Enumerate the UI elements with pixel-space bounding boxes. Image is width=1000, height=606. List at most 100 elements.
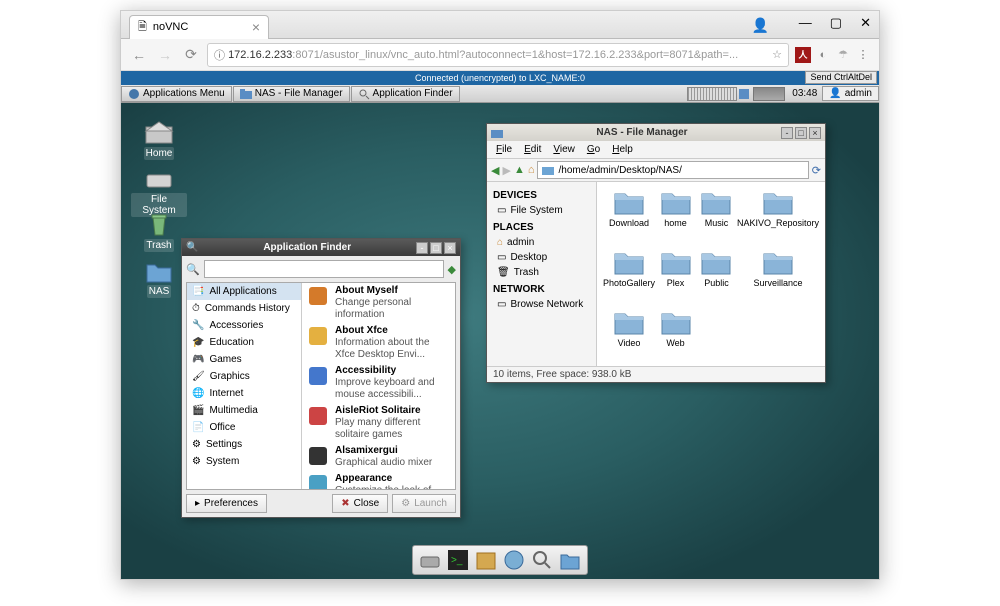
app-item[interactable]: About MyselfChange personal information — [302, 283, 455, 323]
dock-web-icon[interactable] — [503, 549, 525, 571]
browser-tab[interactable]: 🗎 noVNC × — [129, 15, 269, 39]
extension-icon[interactable]: ◐ — [815, 47, 831, 63]
category-icon: 🎮 — [192, 354, 204, 365]
menu-view[interactable]: View — [548, 143, 580, 156]
reload-button[interactable]: ⟳ — [181, 45, 201, 65]
launch-button[interactable]: ⚙ Launch — [392, 494, 456, 513]
app-item[interactable]: AisleRiot SolitairePlay many different s… — [302, 403, 455, 443]
category-icon: 🖌 — [192, 371, 205, 382]
app-item[interactable]: About XfceInformation about the Xfce Des… — [302, 323, 455, 363]
folder-item[interactable]: Video — [603, 308, 655, 366]
app-item[interactable]: AccessibilityImprove keyboard and mouse … — [302, 363, 455, 403]
folder-item[interactable]: NAKIVO_Repository — [737, 188, 819, 248]
folder-item[interactable]: PhotoGallery — [603, 248, 655, 308]
bookmark-icon[interactable]: ☆ — [772, 48, 782, 61]
dock: >_ — [412, 545, 588, 575]
minimize-button[interactable]: - — [781, 127, 793, 139]
forward-button[interactable]: → — [155, 45, 175, 65]
reload-button[interactable]: ⟳ — [812, 164, 821, 177]
category-item[interactable]: ⚙System — [187, 453, 301, 470]
extension-icon[interactable]: 人 — [795, 47, 811, 63]
menu-help[interactable]: Help — [607, 143, 638, 156]
desktop-icon-home[interactable]: Home — [131, 119, 187, 160]
minimize-button[interactable]: — — [799, 15, 812, 31]
folder-item[interactable]: home — [655, 188, 696, 248]
taskbar-item-appfinder[interactable]: Application Finder — [351, 86, 460, 102]
send-ctrlaltdel-button[interactable]: Send CtrlAltDel — [805, 71, 877, 84]
folder-icon — [611, 188, 647, 216]
desktop-icon-trash[interactable]: Trash — [131, 211, 187, 252]
folder-item[interactable]: Web — [655, 308, 696, 366]
sidebar-item-trash[interactable]: 🗑Trash — [493, 265, 590, 280]
maximize-button[interactable]: □ — [795, 127, 807, 139]
category-item[interactable]: 📑All Applications — [187, 283, 301, 300]
category-item[interactable]: ⏱Commands History — [187, 300, 301, 317]
profile-icon[interactable]: 👤 — [752, 17, 769, 34]
folder-item[interactable]: Download — [603, 188, 655, 248]
taskbar-item-filemanager[interactable]: NAS - File Manager — [233, 86, 350, 102]
close-button[interactable]: × — [809, 127, 821, 139]
sidebar-header-devices: DEVICES — [493, 190, 590, 201]
appfinder-search-input[interactable] — [204, 260, 444, 278]
menu-edit[interactable]: Edit — [519, 143, 546, 156]
applications-menu-button[interactable]: Applications Menu — [121, 86, 232, 102]
menu-icon[interactable]: ⋮ — [855, 47, 871, 63]
forward-button[interactable]: ▶ — [502, 164, 510, 177]
sidebar-item-desktop[interactable]: ▭Desktop — [493, 250, 590, 265]
folder-item[interactable]: Music — [696, 188, 737, 248]
tray-icon[interactable] — [737, 87, 751, 101]
close-button[interactable]: × — [444, 242, 456, 254]
maximize-button[interactable]: □ — [430, 242, 442, 254]
back-button[interactable]: ◀ — [491, 164, 499, 177]
go-icon[interactable]: ◆ — [448, 263, 456, 276]
app-item[interactable]: AlsamixerguiGraphical audio mixer — [302, 443, 455, 471]
remote-desktop[interactable]: Home File System Trash NAS 🔍 Application… — [121, 103, 879, 579]
app-icon — [307, 473, 329, 489]
sidebar-item-admin[interactable]: ⌂admin — [493, 235, 590, 250]
titlebar[interactable]: NAS - File Manager - □ × — [487, 124, 825, 141]
folder-item[interactable]: Surveillance — [737, 248, 819, 308]
close-button[interactable]: ✕ — [860, 15, 871, 31]
category-item[interactable]: 📄Office — [187, 419, 301, 436]
close-button[interactable]: ✖ Close — [332, 494, 388, 513]
menu-go[interactable]: Go — [582, 143, 605, 156]
dock-drive-icon[interactable] — [419, 549, 441, 571]
category-item[interactable]: 🎓Education — [187, 334, 301, 351]
maximize-button[interactable]: ▢ — [830, 15, 842, 31]
user-menu[interactable]: 👤 admin — [822, 86, 879, 101]
desktop-icon-nas[interactable]: NAS — [131, 257, 187, 298]
home-button[interactable]: ⌂ — [528, 164, 535, 176]
menu-file[interactable]: File — [491, 143, 517, 156]
app-item[interactable]: AppearanceCustomize the look of your des… — [302, 471, 455, 489]
category-item[interactable]: 🖌Graphics — [187, 368, 301, 385]
dock-folder-icon[interactable] — [559, 549, 581, 571]
folder-item[interactable]: Public — [696, 248, 737, 308]
sidebar-item-filesystem[interactable]: ▭File System — [493, 203, 590, 218]
folder-item[interactable]: Plex — [655, 248, 696, 308]
sidebar-item-browse-network[interactable]: ▭Browse Network — [493, 297, 590, 312]
minimize-button[interactable]: - — [416, 242, 428, 254]
folder-icon — [698, 188, 734, 216]
folder-view[interactable]: DownloadhomeMusicNAKIVO_Repository PhotoG… — [597, 182, 825, 366]
folder-icon — [698, 248, 734, 276]
category-item[interactable]: 🌐Internet — [187, 385, 301, 402]
dock-search-icon[interactable] — [531, 549, 553, 571]
up-button[interactable]: ▲ — [514, 164, 525, 176]
titlebar[interactable]: 🔍 Application Finder - □ × — [182, 239, 460, 256]
dock-terminal-icon[interactable]: >_ — [447, 549, 469, 571]
window-title: Application Finder — [198, 242, 416, 253]
back-button[interactable]: ← — [129, 45, 149, 65]
desktop-icon-filesystem[interactable]: File System — [131, 165, 187, 217]
category-item[interactable]: ⚙Settings — [187, 436, 301, 453]
category-item[interactable]: 🎮Games — [187, 351, 301, 368]
path-input[interactable]: /home/admin/Desktop/NAS/ — [537, 161, 808, 179]
taskbar-spacer — [687, 87, 737, 101]
dock-files-icon[interactable] — [475, 549, 497, 571]
url-input[interactable]: ⓘ 172.16.2.233 :8071/asustor_linux/vnc_a… — [207, 43, 789, 67]
category-icon: 🔧 — [192, 320, 204, 331]
preferences-button[interactable]: ▸ Preferences — [186, 494, 267, 513]
close-tab-icon[interactable]: × — [252, 19, 260, 35]
category-item[interactable]: 🔧Accessories — [187, 317, 301, 334]
extension-icon[interactable]: ☂ — [835, 47, 851, 63]
category-item[interactable]: 🎬Multimedia — [187, 402, 301, 419]
